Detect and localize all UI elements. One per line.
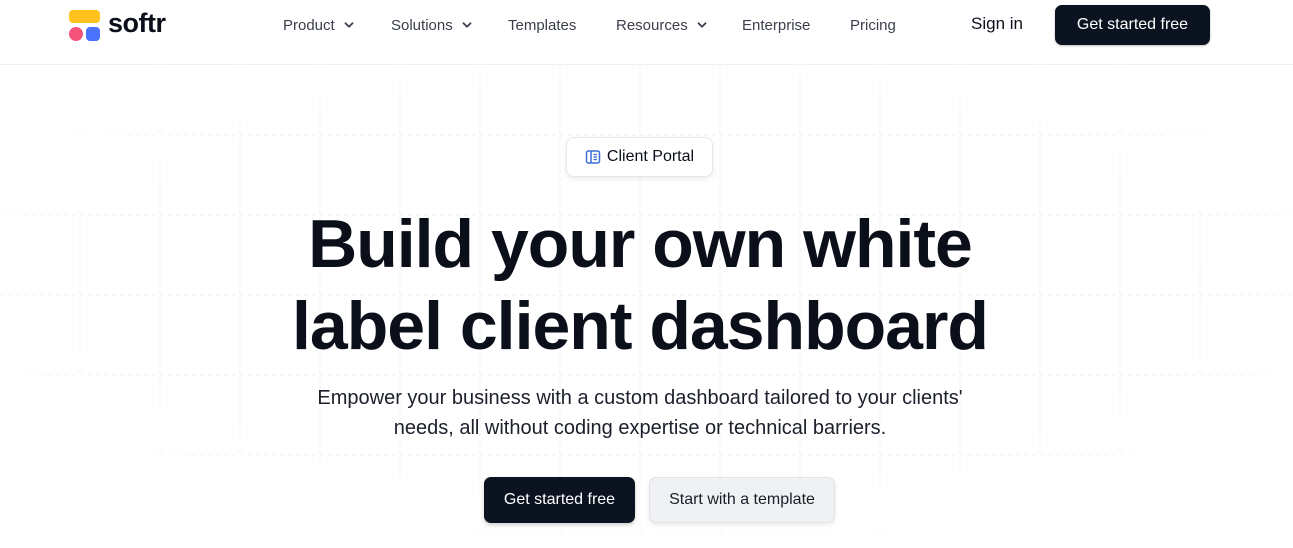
logo-mark-icon — [69, 9, 100, 41]
nav-resources[interactable]: Resources — [616, 15, 707, 35]
nav-product[interactable]: Product — [283, 15, 354, 35]
nav-product-label: Product — [283, 16, 335, 34]
sign-in-link[interactable]: Sign in — [971, 14, 1023, 34]
nav-enterprise-label: Enterprise — [742, 16, 811, 34]
nav-templates[interactable]: Templates — [508, 15, 576, 35]
nav-solutions-label: Solutions — [391, 16, 453, 34]
book-open-icon — [585, 150, 601, 164]
nav-resources-label: Resources — [616, 16, 688, 34]
nav-solutions[interactable]: Solutions — [391, 15, 472, 35]
chevron-down-icon — [462, 22, 472, 28]
hero-title: Build your own white label client dashbo… — [292, 206, 989, 364]
hero-subtitle: Empower your business with a custom dash… — [317, 387, 963, 439]
logo-wordmark: softr — [108, 8, 166, 38]
get-started-hero-button[interactable]: Get started free — [484, 477, 635, 523]
nav-pricing-label: Pricing — [850, 16, 896, 34]
chevron-down-icon — [697, 22, 707, 28]
category-badge: Client Portal — [566, 137, 713, 177]
site-header: softr Product Solutions Templates Resour… — [0, 0, 1293, 65]
badge-label: Client Portal — [606, 148, 695, 165]
landing-page: softr Product Solutions Templates Resour… — [0, 0, 1293, 548]
start-with-template-button[interactable]: Start with a template — [649, 477, 835, 523]
nav-enterprise[interactable]: Enterprise — [742, 15, 810, 35]
nav-templates-label: Templates — [508, 16, 577, 34]
softr-logo[interactable]: softr — [69, 8, 166, 41]
get-started-header-button[interactable]: Get started free — [1055, 5, 1210, 45]
nav-pricing[interactable]: Pricing — [850, 15, 896, 35]
chevron-down-icon — [344, 22, 354, 28]
